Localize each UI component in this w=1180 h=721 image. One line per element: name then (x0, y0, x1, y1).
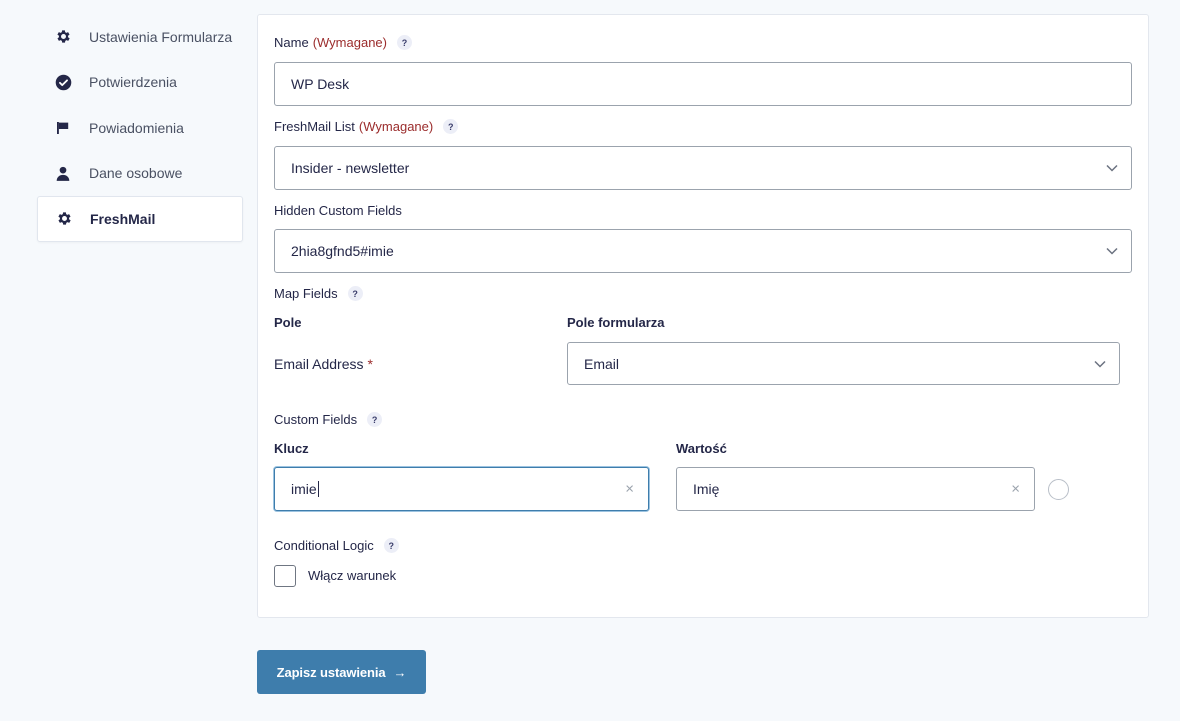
hidden-custom-fields-selected: 2hia8gfnd5#imie (291, 243, 394, 259)
save-settings-button[interactable]: Zapisz ustawienia → (257, 650, 426, 694)
sidebar-item-label: Dane osobowe (89, 165, 183, 182)
required-asterisk: * (367, 356, 373, 372)
clear-icon[interactable]: × (625, 481, 634, 498)
name-label-text: Name (274, 35, 309, 50)
hidden-custom-fields-label-text: Hidden Custom Fields (274, 203, 402, 218)
freshmail-settings-panel: Name (Wymagane) ? WP Desk FreshMail List… (257, 14, 1149, 618)
custom-field-key-value: imie (291, 481, 317, 497)
sidebar-item-form-settings[interactable]: Ustawienia Formularza (37, 14, 243, 60)
name-input[interactable]: WP Desk (274, 62, 1132, 106)
help-icon[interactable]: ? (443, 119, 459, 134)
custom-field-value-value: Imię (693, 481, 720, 497)
freshmail-list-selected: Insider - newsletter (291, 160, 410, 176)
sidebar-item-label: Potwierdzenia (89, 74, 177, 91)
sidebar-item-freshmail[interactable]: FreshMail (37, 196, 243, 242)
sidebar-item-label: FreshMail (90, 210, 156, 227)
freshmail-list-label: FreshMail List (Wymagane) ? (274, 119, 459, 134)
map-fields-label: Map Fields ? (274, 286, 363, 301)
map-fields-column-form-field: Pole formularza (567, 315, 665, 330)
name-label: Name (Wymagane) ? (274, 35, 412, 50)
name-input-value: WP Desk (291, 76, 350, 92)
conditional-logic-label: Conditional Logic ? (274, 538, 399, 553)
custom-fields-column-key: Klucz (274, 441, 309, 456)
help-icon[interactable]: ? (383, 538, 399, 553)
required-marker: (Wymagane) (358, 119, 434, 134)
chevron-down-icon (1094, 360, 1106, 368)
sidebar-item-label: Ustawienia Formularza (89, 28, 233, 45)
text-caret (317, 481, 319, 497)
enable-condition-checkbox[interactable] (274, 565, 296, 587)
hidden-custom-fields-select[interactable]: 2hia8gfnd5#imie (274, 229, 1132, 273)
custom-field-value-input[interactable]: Imię × (676, 467, 1035, 511)
arrow-right-icon: → (393, 664, 407, 680)
map-field-name: Email Address (274, 356, 364, 372)
map-fields-column-field: Pole (274, 315, 302, 330)
check-circle-icon (54, 73, 72, 91)
custom-fields-label-text: Custom Fields (274, 412, 358, 427)
custom-fields-column-value: Wartość (676, 441, 727, 456)
map-field-email-select[interactable]: Email (567, 342, 1120, 385)
map-field-row-label: Email Address * (274, 356, 373, 372)
required-marker: (Wymagane) (312, 35, 387, 50)
gear-icon (54, 28, 72, 46)
remove-row-circle-button[interactable] (1048, 479, 1069, 500)
conditional-logic-label-text: Conditional Logic (274, 538, 374, 553)
custom-fields-label: Custom Fields ? (274, 412, 383, 427)
freshmail-list-label-text: FreshMail List (274, 119, 355, 134)
sidebar-item-notifications[interactable]: Powiadomienia (37, 105, 243, 151)
flag-icon (54, 119, 72, 137)
user-icon (54, 164, 72, 182)
chevron-down-icon (1106, 164, 1118, 172)
clear-icon[interactable]: × (1011, 481, 1020, 498)
sidebar-item-label: Powiadomienia (89, 119, 184, 136)
hidden-custom-fields-label: Hidden Custom Fields (274, 203, 402, 218)
help-icon[interactable]: ? (396, 35, 412, 50)
chevron-down-icon (1106, 247, 1118, 255)
save-settings-label: Zapisz ustawienia (276, 664, 386, 680)
sidebar-item-confirmations[interactable]: Potwierdzenia (37, 60, 243, 106)
custom-field-key-input[interactable]: imie × (274, 467, 649, 511)
help-icon[interactable]: ? (367, 412, 383, 427)
enable-condition-label[interactable]: Włącz warunek (308, 568, 396, 583)
map-field-selected: Email (584, 355, 620, 372)
sidebar-item-personal-data[interactable]: Dane osobowe (37, 151, 243, 197)
freshmail-list-select[interactable]: Insider - newsletter (274, 146, 1132, 190)
gear-icon (55, 210, 73, 228)
help-icon[interactable]: ? (347, 286, 363, 301)
settings-sidebar: Ustawienia Formularza Potwierdzenia Powi… (37, 14, 243, 242)
enable-condition-label-text: Włącz warunek (308, 568, 397, 583)
map-fields-label-text: Map Fields (274, 286, 338, 301)
